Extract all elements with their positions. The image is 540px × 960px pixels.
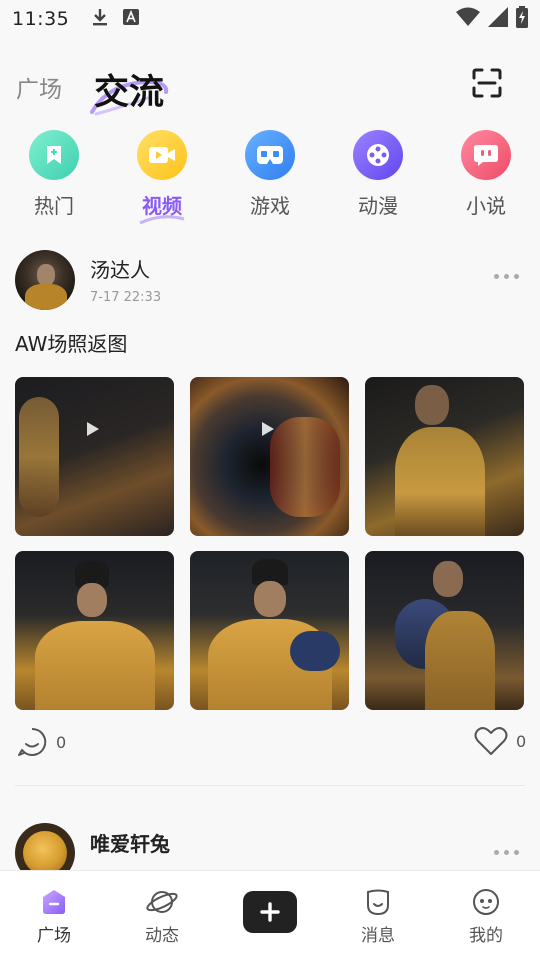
tab-exchange[interactable]: 交流 xyxy=(88,58,174,116)
battery-icon xyxy=(516,6,528,32)
video-thumbnail[interactable] xyxy=(15,377,174,536)
nav-feed[interactable]: 动态 xyxy=(122,887,202,946)
nav-label: 动态 xyxy=(145,926,179,946)
bookmark-icon xyxy=(29,130,79,180)
image-thumbnail[interactable] xyxy=(365,377,524,536)
category-label: 热门 xyxy=(34,194,74,218)
image-thumbnail[interactable] xyxy=(15,551,174,710)
category-label-text: 视频 xyxy=(142,194,182,218)
category-hot[interactable]: 热门 xyxy=(14,130,94,219)
nav-label: 我的 xyxy=(469,926,503,946)
bottom-nav: 广场 动态 消息 我的 xyxy=(0,870,540,960)
play-icon xyxy=(87,422,99,436)
video-icon xyxy=(137,130,187,180)
image-thumbnail[interactable] xyxy=(190,551,349,710)
status-time: 11:35 xyxy=(12,8,70,30)
avatar[interactable] xyxy=(15,823,75,870)
a-box-icon xyxy=(123,9,140,29)
add-post-button[interactable] xyxy=(243,891,297,933)
scan-icon xyxy=(472,68,502,98)
heart-icon xyxy=(474,727,508,755)
category-label: 视频 xyxy=(139,190,185,225)
category-novel[interactable]: 小说 xyxy=(446,130,526,219)
avatar[interactable] xyxy=(15,250,75,310)
category-bar: 热门 视频 游戏 动漫 小说 xyxy=(0,130,540,230)
post-card: 唯爱轩兔 xyxy=(0,820,540,870)
like-count: 0 xyxy=(516,731,527,751)
header: 广场 交流 xyxy=(0,50,540,120)
category-game[interactable]: 游戏 xyxy=(230,130,310,219)
tab-exchange-label: 交流 xyxy=(94,73,165,113)
post-text: AW场照返图 xyxy=(15,332,128,356)
comment-button[interactable]: 0 xyxy=(16,726,66,758)
comment-icon xyxy=(18,727,47,756)
nav-label: 广场 xyxy=(37,926,71,946)
profile-face-icon xyxy=(473,889,499,915)
post-actions: 0 0 xyxy=(0,726,540,762)
nav-label: 消息 xyxy=(361,926,395,946)
like-button[interactable]: 0 xyxy=(474,726,526,756)
add-icon xyxy=(260,902,280,922)
status-bar: 11:35 xyxy=(0,0,540,38)
download-icon xyxy=(91,7,109,31)
category-anime[interactable]: 动漫 xyxy=(338,130,418,219)
signal-icon xyxy=(488,7,508,31)
category-video[interactable]: 视频 xyxy=(122,130,202,225)
chat-bubble-icon xyxy=(461,130,511,180)
comment-count: 0 xyxy=(56,732,67,752)
message-icon xyxy=(367,889,389,916)
nav-profile[interactable]: 我的 xyxy=(446,887,526,946)
post-username[interactable]: 唯爱轩兔 xyxy=(90,828,170,857)
video-thumbnail[interactable] xyxy=(190,377,349,536)
film-reel-icon xyxy=(353,130,403,180)
planet-icon xyxy=(146,891,178,913)
divider xyxy=(15,785,525,786)
vr-icon xyxy=(245,130,295,180)
play-icon xyxy=(262,422,274,436)
image-thumbnail[interactable] xyxy=(365,551,524,710)
post-timestamp: 7-17 22:33 xyxy=(90,290,162,305)
square-home-icon xyxy=(43,890,65,914)
nav-square[interactable]: 广场 xyxy=(14,887,94,946)
scan-button[interactable] xyxy=(468,64,506,102)
post-username[interactable]: 汤达人 xyxy=(90,254,150,283)
wifi-icon xyxy=(456,7,480,31)
category-label: 小说 xyxy=(466,194,506,218)
more-options-button[interactable] xyxy=(494,850,519,855)
tab-square[interactable]: 广场 xyxy=(16,70,62,104)
nav-messages[interactable]: 消息 xyxy=(338,887,418,946)
category-label: 游戏 xyxy=(250,194,290,218)
category-label: 动漫 xyxy=(358,194,398,218)
more-options-button[interactable] xyxy=(494,274,519,279)
